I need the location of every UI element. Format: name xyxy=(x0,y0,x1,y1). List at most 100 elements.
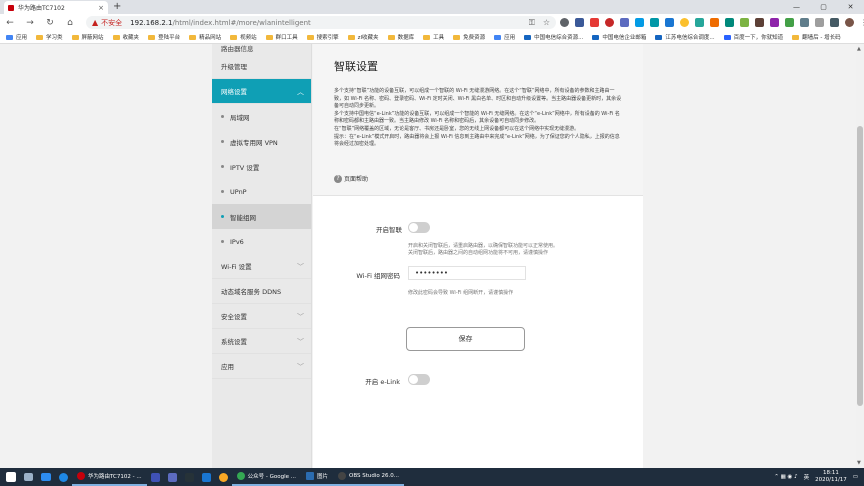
page-help-link[interactable]: ? 页面帮助 xyxy=(334,174,368,183)
extension-icon[interactable] xyxy=(575,18,584,27)
save-button[interactable]: 保存 xyxy=(406,327,525,351)
minimize-button[interactable]: — xyxy=(783,0,810,14)
elink-toggle[interactable] xyxy=(408,374,430,385)
bookmark-item[interactable]: zl收藏夹 xyxy=(347,33,379,41)
scroll-down-icon[interactable]: ▼ xyxy=(857,460,861,466)
bookmark-item[interactable]: 免费资源 xyxy=(453,33,485,41)
bookmark-item[interactable]: 登陆平台 xyxy=(148,33,180,41)
apps-icon xyxy=(494,34,502,40)
bookmark-item[interactable]: 百度一下，你就知道 xyxy=(723,33,783,41)
sidebar-item-system[interactable]: 系统设置 ﹀ xyxy=(212,329,311,354)
folder-icon xyxy=(112,34,120,40)
reload-icon[interactable]: ↻ xyxy=(40,18,60,28)
app-icon[interactable] xyxy=(184,472,194,482)
sidebar-item-upgrade[interactable]: 升级管理 xyxy=(212,54,311,79)
extension-icon[interactable] xyxy=(755,18,764,27)
bookmark-item[interactable]: 学习类 xyxy=(36,33,63,41)
extension-icon[interactable] xyxy=(665,18,674,27)
taskbar-app-chrome[interactable]: 公众号 - Google ... xyxy=(231,468,301,486)
sidebar-item-router-info[interactable]: 路由器信息 xyxy=(212,44,311,54)
sidebar-subitem-upnp[interactable]: UPnP xyxy=(212,179,311,204)
bookmark-item[interactable]: 群口工具 xyxy=(265,33,298,41)
extension-icon[interactable] xyxy=(695,18,704,27)
sidebar-item-apps[interactable]: 应用 ﹀ xyxy=(212,354,311,379)
taskbar-app-router[interactable]: 华为路由TC7102 - ... xyxy=(72,468,147,486)
scroll-up-icon[interactable]: ▲ xyxy=(857,46,861,52)
bookmark-item[interactable]: 数据库 xyxy=(387,33,414,41)
extension-icon[interactable] xyxy=(560,18,569,27)
windows-start-icon[interactable] xyxy=(6,472,16,482)
sidebar-subitem-smart-link[interactable]: 智能组网 xyxy=(212,204,311,229)
taskbar-app-photos[interactable]: 图片 xyxy=(300,468,333,486)
smart-link-toggle[interactable] xyxy=(408,222,430,233)
huawei-icon xyxy=(77,472,85,480)
maximize-button[interactable]: ▢ xyxy=(810,0,837,14)
app-icon[interactable] xyxy=(150,472,160,482)
bookmark-item[interactable]: 翻墙后 - 增长码 xyxy=(792,33,841,41)
extension-icon[interactable] xyxy=(785,18,794,27)
photos-icon xyxy=(305,472,314,480)
app-icon[interactable] xyxy=(201,472,211,482)
extension-icon[interactable] xyxy=(815,18,824,27)
tray-icons[interactable]: ⌃ ▦ ◉ ♪ xyxy=(774,474,797,480)
clock[interactable]: 18:11 2020/11/17 xyxy=(815,470,847,484)
app-icon[interactable] xyxy=(167,472,177,482)
bookmark-item[interactable]: 应用 xyxy=(494,33,515,41)
extension-icon[interactable] xyxy=(740,18,749,27)
menu-dots-icon[interactable]: ⋮ xyxy=(860,18,864,27)
close-window-button[interactable]: ✕ xyxy=(837,0,864,14)
task-view-icon[interactable] xyxy=(24,473,33,481)
bookmark-item[interactable]: 屏蔽网站 xyxy=(71,33,104,41)
taskbar-app-obs[interactable]: OBS Studio 26.0... xyxy=(333,468,405,486)
bookmark-item[interactable]: 江苏电信综合调度... xyxy=(655,33,715,41)
notification-icon[interactable]: ▭ xyxy=(853,474,858,480)
scrollbar-thumb[interactable] xyxy=(857,126,863,406)
extension-icon[interactable] xyxy=(710,18,719,27)
explorer-icon[interactable] xyxy=(41,473,51,481)
extension-icon[interactable] xyxy=(605,18,614,27)
bookmark-item[interactable]: 视频站 xyxy=(230,33,257,41)
telecom-icon xyxy=(655,34,663,40)
description-paragraph: 在“智联”网络覆盖的区域，无论是客厅、书房还是卧室，您的无线上网设备都可以在这个… xyxy=(334,125,580,132)
new-tab-button[interactable]: + xyxy=(113,1,121,12)
sidebar-subitem-vpn[interactable]: 虚拟专用网 VPN xyxy=(212,129,311,154)
sidebar-subitem-ipv6[interactable]: IPv6 xyxy=(212,229,311,254)
extension-icon[interactable] xyxy=(635,18,644,27)
extension-icon[interactable] xyxy=(725,18,734,27)
browser-tab[interactable]: 华为路由TC7102 × xyxy=(4,1,108,14)
edge-icon[interactable] xyxy=(59,472,68,482)
back-arrow-icon[interactable]: ← xyxy=(0,18,20,28)
extension-icon[interactable] xyxy=(770,18,779,27)
sidebar-item-security[interactable]: 安全设置 ﹀ xyxy=(212,304,311,329)
bookmark-item[interactable]: 收藏夹 xyxy=(112,33,139,41)
tab-title: 华为路由TC7102 xyxy=(18,5,65,12)
page-scrollbar[interactable]: ▲ ▼ xyxy=(856,44,864,468)
extension-icon[interactable] xyxy=(800,18,809,27)
extension-icon[interactable] xyxy=(830,18,839,27)
home-icon[interactable]: ⌂ xyxy=(60,18,80,28)
profile-avatar[interactable] xyxy=(845,18,854,27)
chrome-extension-icon[interactable] xyxy=(680,18,689,27)
input-method-indicator[interactable]: 英 xyxy=(804,473,810,481)
wifi-password-input[interactable]: •••••••• xyxy=(408,266,526,280)
sidebar-subitem-lan[interactable]: 局域网 xyxy=(212,104,311,129)
key-icon[interactable]: ⚿ xyxy=(529,18,535,28)
bookmark-item[interactable]: 工具 xyxy=(423,33,444,41)
bookmark-item[interactable]: 中国电信企业邮箱 xyxy=(592,33,646,41)
sidebar-item-ddns[interactable]: 动态域名服务 DDNS xyxy=(212,279,311,304)
extension-icon[interactable] xyxy=(650,18,659,27)
bookmark-star-icon[interactable]: ☆ xyxy=(543,18,550,28)
sidebar-item-wifi-settings[interactable]: Wi-Fi 设置 ﹀ xyxy=(212,254,311,279)
extension-icon[interactable] xyxy=(620,18,629,27)
bookmark-item[interactable]: 精品网站 xyxy=(189,33,221,41)
bookmark-item[interactable]: 搜索引擎 xyxy=(306,33,339,41)
bookmark-item[interactable]: 中国电信综合资源... xyxy=(524,33,583,41)
extension-icon[interactable] xyxy=(590,18,599,27)
tab-close-icon[interactable]: × xyxy=(98,4,104,12)
sidebar-item-network-settings[interactable]: 网络设置 ︿ xyxy=(212,79,311,104)
forward-arrow-icon[interactable]: → xyxy=(20,18,40,28)
bookmark-item[interactable]: 应用 xyxy=(6,33,27,41)
sidebar-subitem-iptv[interactable]: IPTV 设置 xyxy=(212,154,311,179)
chrome-icon[interactable] xyxy=(218,472,228,482)
address-bar[interactable]: ▲ 不安全 192.168.2.1 /html/index.html#/more… xyxy=(86,16,556,29)
